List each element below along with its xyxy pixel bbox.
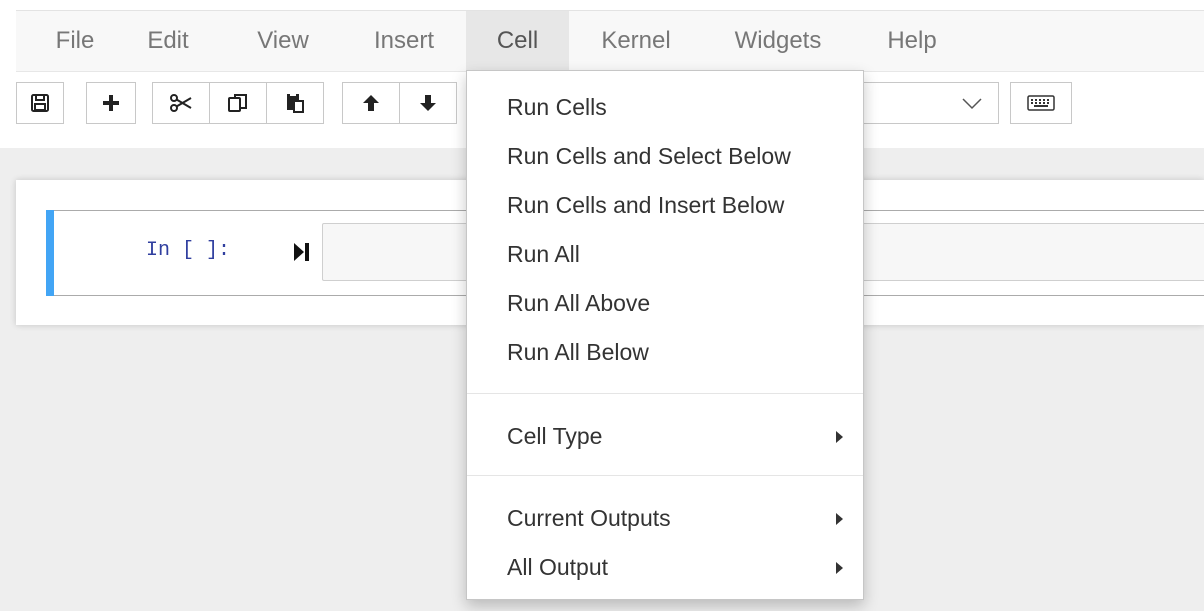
plus-icon — [101, 93, 121, 113]
cut-button[interactable] — [152, 82, 210, 124]
menu-run-cells-insert-below[interactable]: Run Cells and Insert Below — [467, 183, 863, 227]
menu-run-all[interactable]: Run All — [467, 232, 863, 276]
menu-run-all-above[interactable]: Run All Above — [467, 281, 863, 325]
input-prompt: In [ ]: — [146, 239, 231, 262]
copy-icon — [227, 92, 249, 114]
menu-current-outputs[interactable]: Current Outputs — [467, 496, 863, 540]
menu-help[interactable]: Help — [872, 11, 952, 71]
command-palette-button[interactable] — [1010, 82, 1072, 124]
menu-edit[interactable]: Edit — [128, 11, 208, 71]
menu-widgets[interactable]: Widgets — [716, 11, 840, 71]
caret-right-icon — [836, 562, 843, 574]
menu-run-cells-select-below[interactable]: Run Cells and Select Below — [467, 134, 863, 178]
menu-run-cells[interactable]: Run Cells — [467, 85, 863, 129]
selected-cell-indicator — [46, 210, 54, 296]
save-icon — [30, 93, 50, 113]
paste-icon — [285, 92, 305, 114]
scissors-icon — [169, 93, 193, 113]
menu-cell-type[interactable]: Cell Type — [467, 414, 863, 458]
copy-button[interactable] — [209, 82, 267, 124]
menu-kernel[interactable]: Kernel — [584, 11, 688, 71]
menu-current-outputs-label: Current Outputs — [507, 505, 671, 531]
arrow-down-icon — [419, 93, 437, 113]
menu-insert[interactable]: Insert — [354, 11, 454, 71]
menu-divider — [467, 475, 863, 476]
insert-cell-button[interactable] — [86, 82, 136, 124]
menu-file[interactable]: File — [30, 11, 120, 71]
caret-right-icon — [836, 431, 843, 443]
menu-all-output[interactable]: All Output — [467, 545, 863, 589]
save-button[interactable] — [16, 82, 64, 124]
arrow-up-icon — [362, 93, 380, 113]
run-cell-icon[interactable] — [292, 241, 312, 268]
menubar: File Edit View Insert Cell Kernel Widget… — [16, 10, 1204, 72]
paste-button[interactable] — [266, 82, 324, 124]
caret-right-icon — [836, 513, 843, 525]
menu-divider — [467, 393, 863, 394]
keyboard-icon — [1027, 95, 1055, 111]
cell-type-select[interactable] — [859, 82, 999, 124]
menu-cell[interactable]: Cell — [466, 11, 569, 71]
menu-view[interactable]: View — [238, 11, 328, 71]
chevron-down-icon — [960, 93, 984, 118]
menu-all-output-label: All Output — [507, 554, 608, 580]
cell-menu-dropdown: Run Cells Run Cells and Select Below Run… — [466, 70, 864, 600]
menu-run-all-below[interactable]: Run All Below — [467, 330, 863, 374]
move-up-button[interactable] — [342, 82, 400, 124]
move-down-button[interactable] — [399, 82, 457, 124]
menu-cell-type-label: Cell Type — [507, 423, 603, 449]
